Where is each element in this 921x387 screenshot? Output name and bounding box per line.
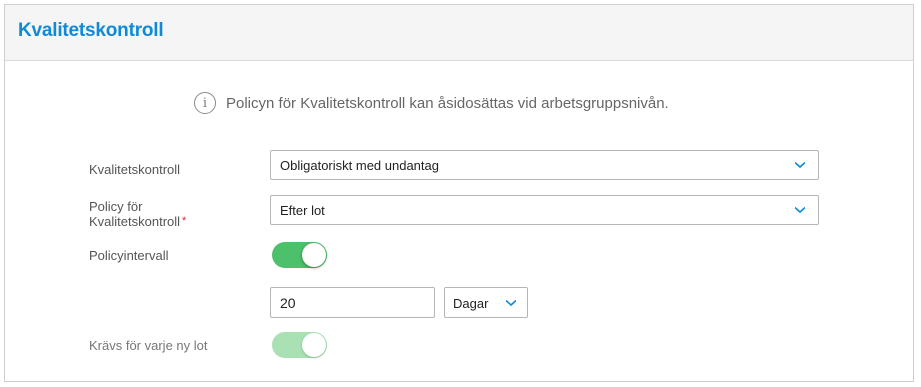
required-each-lot-toggle[interactable] xyxy=(272,332,327,358)
policy-label: Policy för Kvalitetskontroll * xyxy=(89,199,186,229)
policy-interval-toggle[interactable] xyxy=(272,242,327,268)
policy-interval-label: Policyintervall xyxy=(89,248,169,263)
panel-header: Kvalitetskontroll xyxy=(5,5,913,61)
policy-value: Efter lot xyxy=(280,203,325,218)
quality-control-label: Kvalitetskontroll xyxy=(89,162,181,177)
quality-control-panel: Kvalitetskontroll i Policyn för Kvalitet… xyxy=(4,4,914,382)
toggle-knob xyxy=(302,333,326,357)
info-icon: i xyxy=(194,92,216,114)
policy-label-line1: Policy för xyxy=(89,199,143,214)
page-title: Kvalitetskontroll xyxy=(18,20,164,41)
interval-unit-value: Dagar xyxy=(453,296,489,311)
interval-unit-select[interactable]: Dagar xyxy=(444,287,528,318)
info-text: Policyn för Kvalitetskontroll kan åsidos… xyxy=(226,94,669,112)
chevron-down-icon xyxy=(506,299,516,307)
interval-input[interactable] xyxy=(270,287,435,318)
info-banner: i Policyn för Kvalitetskontroll kan åsid… xyxy=(194,92,669,114)
quality-control-select[interactable]: Obligatoriskt med undantag xyxy=(270,150,819,180)
chevron-down-icon xyxy=(795,161,805,169)
required-marker: * xyxy=(182,215,187,227)
chevron-down-icon xyxy=(795,206,805,214)
policy-select[interactable]: Efter lot xyxy=(270,195,819,225)
quality-control-value: Obligatoriskt med undantag xyxy=(280,158,439,173)
toggle-knob xyxy=(302,243,326,267)
policy-label-line2: Kvalitetskontroll xyxy=(89,214,181,229)
required-each-lot-label: Krävs för varje ny lot xyxy=(89,338,208,353)
